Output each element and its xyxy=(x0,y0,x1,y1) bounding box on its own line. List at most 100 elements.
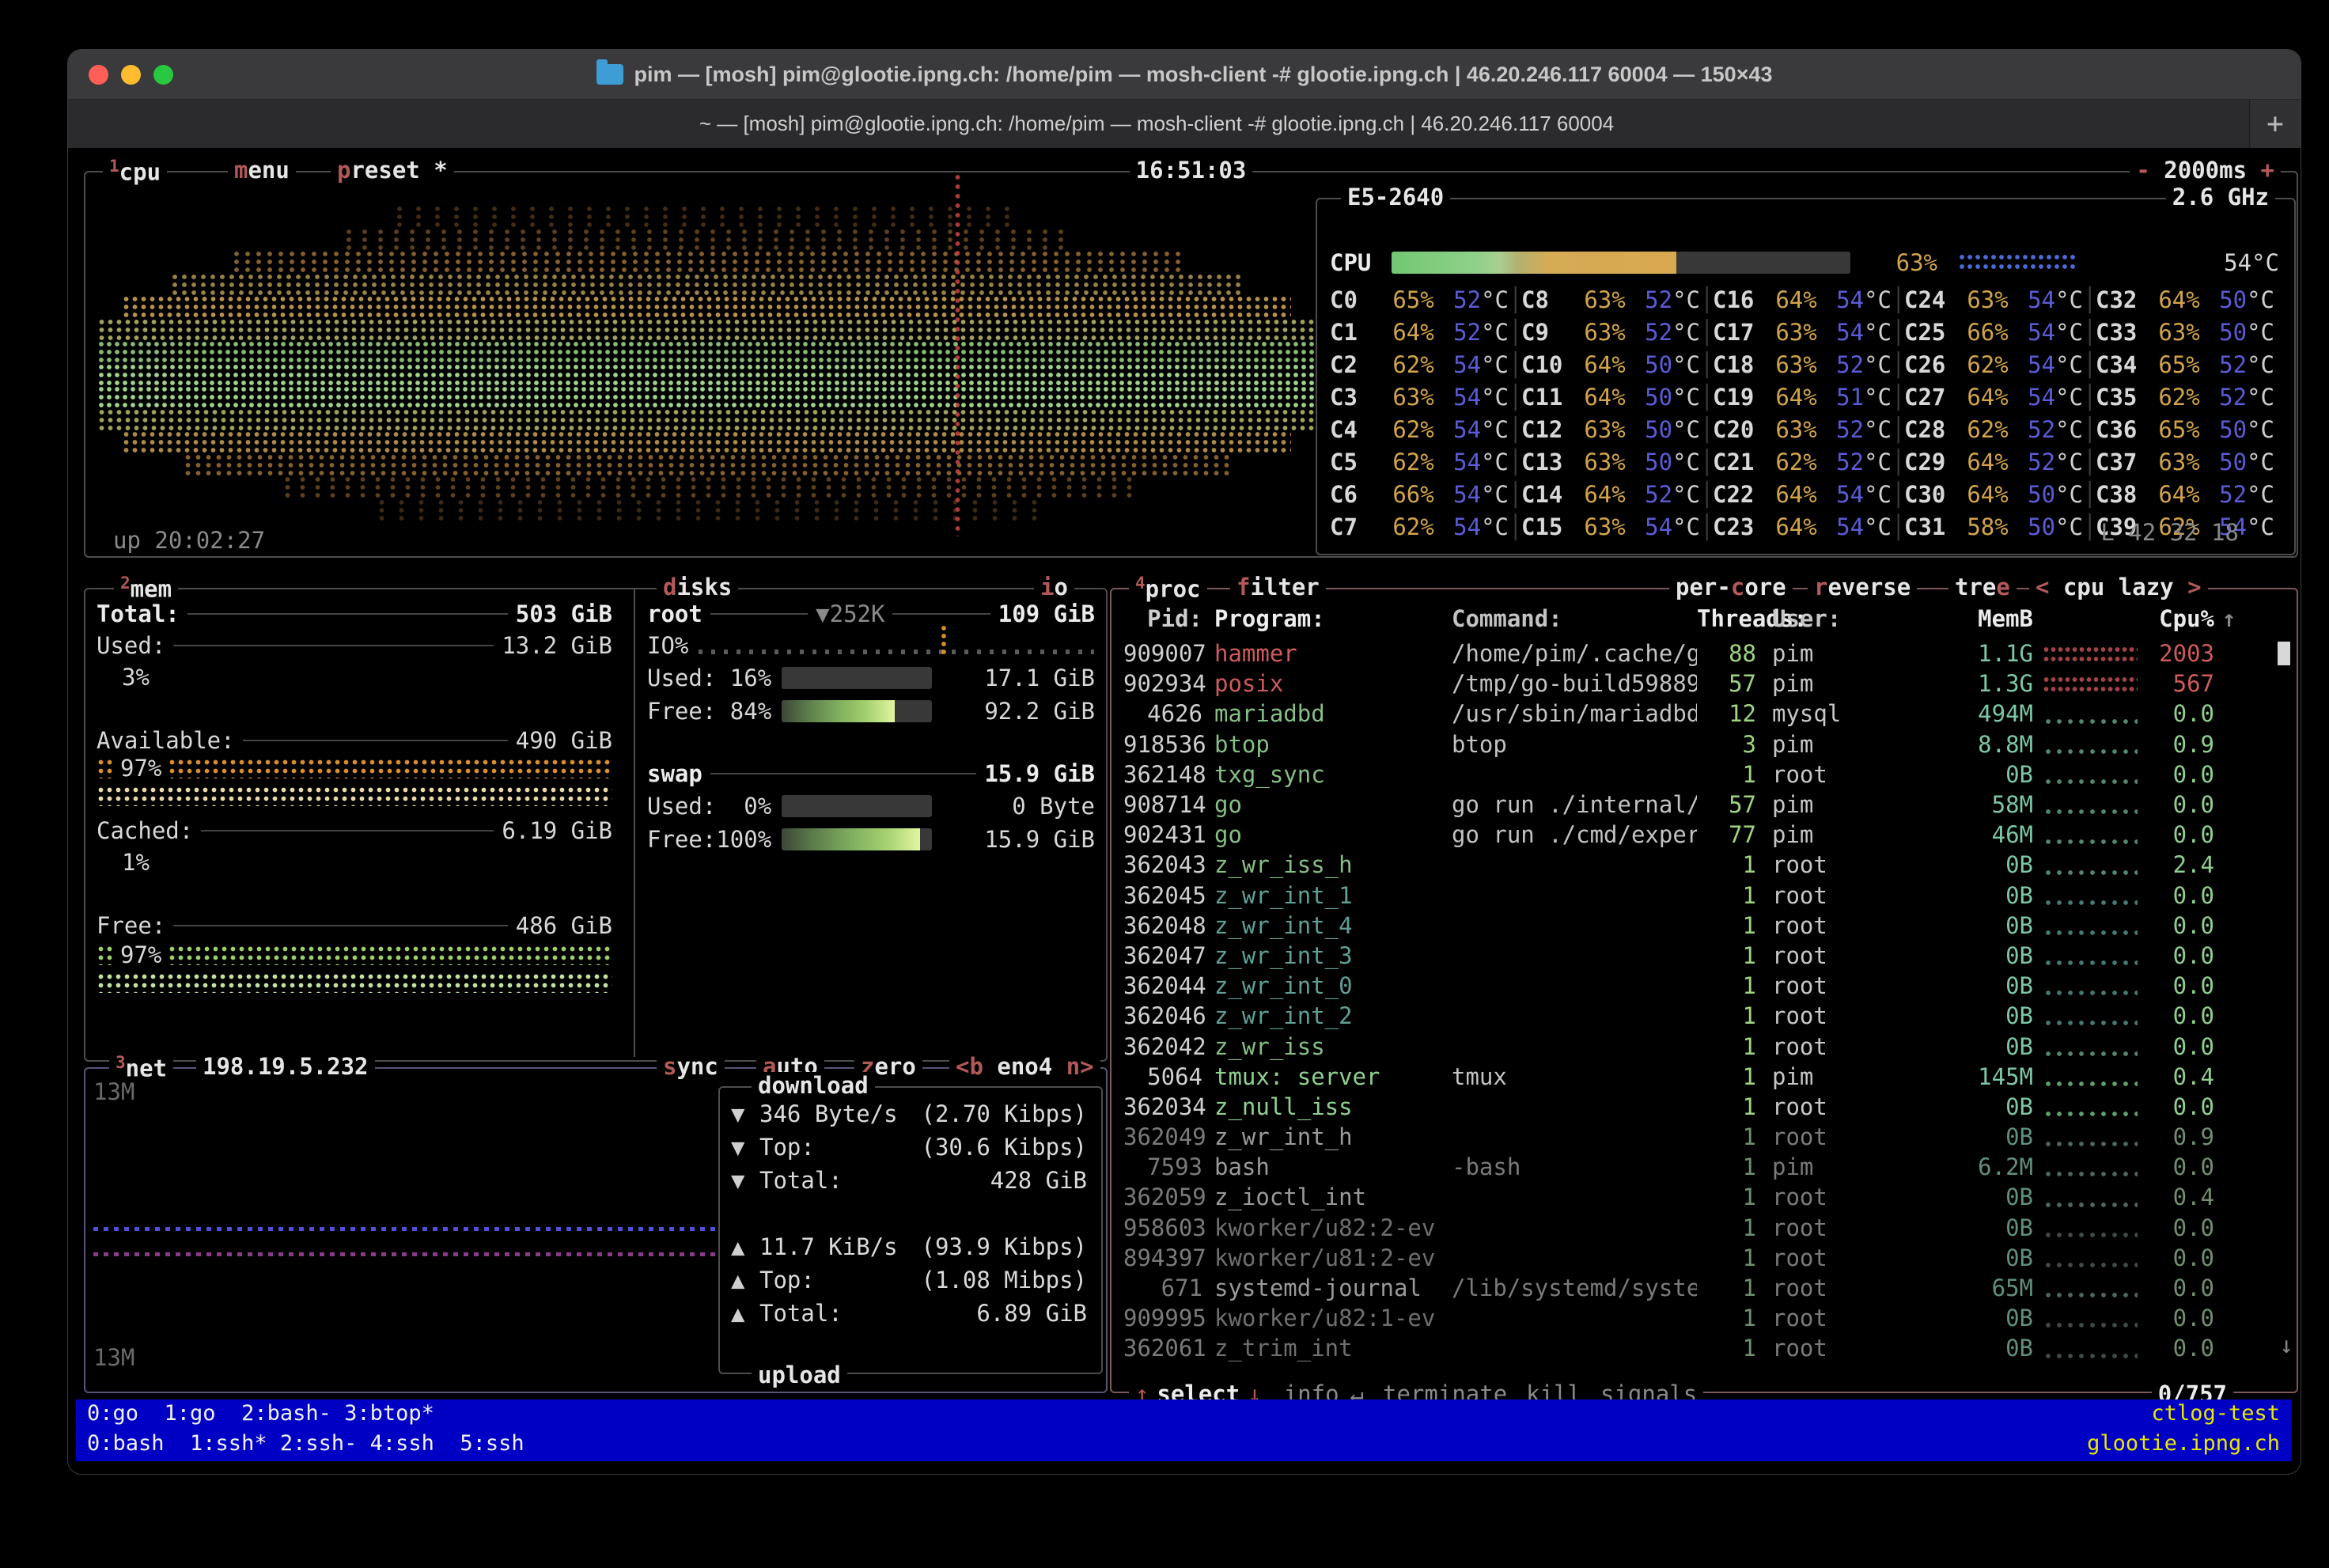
process-cpu-minigraph xyxy=(2043,645,2138,664)
process-memory: 0B xyxy=(1938,972,2033,999)
core-percent: 63% xyxy=(1764,351,1817,378)
proc-box-title[interactable]: 4proc xyxy=(1129,574,1207,603)
process-cpu: 0.4 xyxy=(2147,1063,2214,1090)
process-row[interactable]: 894397kworker/u81:2-ev1root0B0.0 xyxy=(1123,1243,2270,1273)
process-user: root xyxy=(1772,1033,1938,1060)
process-cpu: 0.0 xyxy=(2147,1305,2214,1331)
process-pid: 671 xyxy=(1123,1274,1202,1301)
process-row[interactable]: 362034z_null_iss1root0B0.0 xyxy=(1123,1092,2270,1122)
menu-button[interactable]: menu xyxy=(228,157,296,184)
proc-sort-selector[interactable]: < cpu lazy > xyxy=(2029,574,2208,600)
core-temp-unit: °C xyxy=(1672,384,1700,411)
process-row[interactable]: 362061z_trim_int1root0B0.0 xyxy=(1123,1333,2270,1363)
disks-title[interactable]: disks xyxy=(657,574,738,600)
process-cpu: 2.4 xyxy=(2147,851,2214,878)
iface-prev-button[interactable]: <b xyxy=(956,1053,983,1080)
core-temp-unit: °C xyxy=(1481,286,1509,313)
process-user: root xyxy=(1772,1002,1938,1029)
tmux-windows-session2[interactable]: 0:bash 1:ssh* 2:ssh- 4:ssh 5:ssh xyxy=(87,1431,524,1456)
process-row[interactable]: 902431gogo run ./cmd/experi77pim46M0.0 xyxy=(1123,820,2270,850)
interval-minus-button[interactable]: - xyxy=(2136,157,2149,184)
process-row[interactable]: 362049z_wr_int_h1root0B0.9 xyxy=(1123,1122,2270,1152)
net-interface-switcher[interactable]: <b eno4 n> xyxy=(949,1053,1100,1080)
cpu-graph-band xyxy=(280,475,1133,498)
proc-tree-toggle[interactable]: tree xyxy=(1948,574,2017,600)
process-cpu-minigraph xyxy=(2043,1351,2138,1359)
cpu-total-temp: 54°C xyxy=(2077,249,2279,276)
process-row[interactable]: 5064tmux: servertmux1pim145M0.4 xyxy=(1123,1062,2270,1092)
cpu-graph-band xyxy=(183,453,1230,476)
process-name: z_wr_iss xyxy=(1214,1033,1452,1060)
process-command: -bash xyxy=(1452,1153,1697,1180)
core-name: C29 xyxy=(1904,449,1956,475)
sort-next-button[interactable]: > xyxy=(2187,574,2201,600)
process-row[interactable]: 362042z_wr_iss1root0B0.0 xyxy=(1123,1031,2270,1061)
cpu-core-row: C164%52°C│C963%52°C│C1763%54°C│C2566%54°… xyxy=(1330,316,2283,348)
sort-prev-button[interactable]: < xyxy=(2036,574,2049,600)
core-separator: │ xyxy=(2083,319,2096,346)
proc-filter-button[interactable]: filter xyxy=(1230,574,1326,600)
cpu-core-cell: C065%52°C xyxy=(1330,286,1509,313)
tab-title[interactable]: ~ — [mosh] pim@glootie.ipng.ch: /home/pi… xyxy=(68,100,2245,148)
core-name: C6 xyxy=(1330,481,1381,508)
window-title-text: pim — [mosh] pim@glootie.ipng.ch: /home/… xyxy=(634,62,1773,87)
core-temp-unit: °C xyxy=(2055,481,2083,508)
net-stats-box: download upload ▼346 Byte/s(2.70 Kibps)▼… xyxy=(718,1086,1103,1374)
core-separator: │ xyxy=(1892,351,1904,378)
process-threads: 1 xyxy=(1697,761,1756,788)
process-row[interactable]: 362047z_wr_int_31root0B0.0 xyxy=(1123,941,2270,971)
core-percent: 64% xyxy=(1573,384,1626,411)
core-separator: │ xyxy=(1892,384,1904,411)
mem-box-title[interactable]: 2mem xyxy=(114,574,178,603)
process-name: btop xyxy=(1214,731,1452,758)
core-temp-unit: °C xyxy=(2055,351,2083,378)
cpu-core-row: C065%52°C│C863%52°C│C1664%54°C│C2463%54°… xyxy=(1330,283,2283,316)
process-cpu: 0.0 xyxy=(2147,942,2214,969)
process-row[interactable]: 902934posix/tmp/go-build59889957pim1.3G5… xyxy=(1123,668,2270,699)
process-row[interactable]: 362148txg_sync1root0B0.0 xyxy=(1123,759,2270,790)
process-row[interactable]: 362059z_ioctl_int1root0B0.4 xyxy=(1123,1182,2270,1212)
scroll-down-arrow[interactable]: ↓ xyxy=(2280,1331,2293,1358)
mem-free-pct: 97% xyxy=(120,941,161,968)
core-temp-unit: °C xyxy=(1672,416,1700,443)
iface-next-button[interactable]: n> xyxy=(1066,1053,1094,1080)
net-sync-button[interactable]: sync xyxy=(657,1053,725,1080)
tmux-windows-session1[interactable]: 0:go 1:go 2:bash- 3:btop* xyxy=(87,1401,434,1426)
process-user: pim xyxy=(1772,791,1938,818)
process-name: z_wr_int_4 xyxy=(1214,912,1452,939)
core-percent: 63% xyxy=(1573,319,1626,346)
process-name: go xyxy=(1214,821,1452,848)
preset-button[interactable]: preset * xyxy=(331,157,454,184)
process-pid: 918536 xyxy=(1123,731,1202,758)
process-row[interactable]: 909007hammer/home/pim/.cache/go88pim1.1G… xyxy=(1123,638,2270,668)
new-tab-button[interactable]: + xyxy=(2249,100,2301,148)
process-row[interactable]: 908714gogo run ./internal/h57pim58M0.0 xyxy=(1123,790,2270,820)
process-cpu-minigraph xyxy=(2043,1320,2138,1328)
process-row[interactable]: 4626mariadbd/usr/sbin/mariadbd12mysql494… xyxy=(1123,699,2270,729)
mem-cached-value: 6.19 GiB xyxy=(502,817,612,844)
process-row[interactable]: 362045z_wr_int_11root0B0.0 xyxy=(1123,881,2270,911)
io-toggle[interactable]: io xyxy=(1034,574,1074,600)
core-name: C13 xyxy=(1521,449,1573,475)
process-memory: 46M xyxy=(1938,821,2033,848)
process-row[interactable]: 362048z_wr_int_41root0B0.0 xyxy=(1123,911,2270,941)
scrollbar-thumb[interactable] xyxy=(2278,642,2290,665)
proc-reverse-toggle[interactable]: reverse xyxy=(1808,574,1917,600)
process-row[interactable]: 362043z_wr_iss_h1root0B2.4 xyxy=(1123,850,2270,880)
process-row[interactable]: 362046z_wr_int_21root0B0.0 xyxy=(1123,1001,2270,1031)
process-row[interactable]: 362044z_wr_int_01root0B0.0 xyxy=(1123,971,2270,1001)
process-row[interactable]: 958603kworker/u82:2-ev1root0B0.0 xyxy=(1123,1213,2270,1243)
core-separator: │ xyxy=(1700,513,1713,540)
interval-plus-button[interactable]: + xyxy=(2261,157,2274,184)
cpu-core-cell: C2463%54°C xyxy=(1904,286,2083,313)
core-percent: 62% xyxy=(1381,449,1434,475)
process-row[interactable]: 7593bash-bash1pim6.2M0.0 xyxy=(1123,1152,2270,1182)
cpu-box-title[interactable]: 1cpu xyxy=(103,157,167,186)
proc-percore-toggle[interactable]: per-core xyxy=(1669,574,1793,600)
process-cpu-minigraph xyxy=(2043,1049,2138,1057)
process-row[interactable]: 671systemd-journal/lib/systemd/system1ro… xyxy=(1123,1273,2270,1303)
process-row[interactable]: 918536btopbtop3pim8.8M0.9 xyxy=(1123,729,2270,759)
process-row[interactable]: 909995kworker/u82:1-ev1root0B0.0 xyxy=(1123,1303,2270,1333)
cpu-core-cell: C666%54°C xyxy=(1330,481,1509,508)
cpu-core-cell: C164%52°C xyxy=(1330,319,1509,346)
